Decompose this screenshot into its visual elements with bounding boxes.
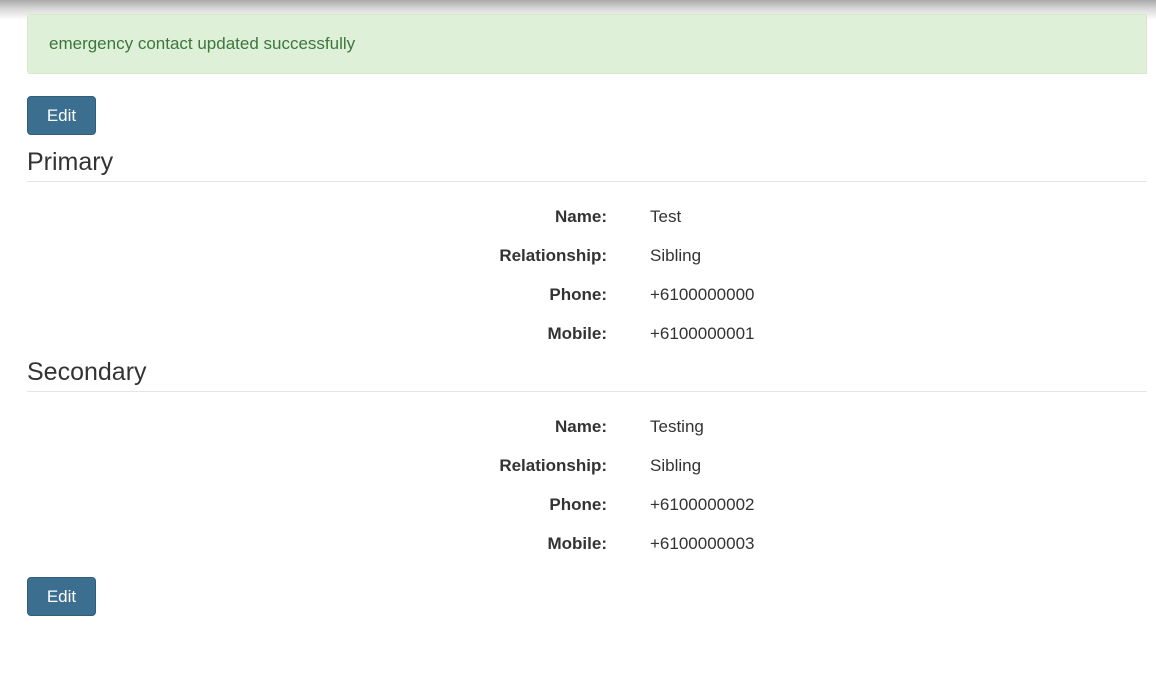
secondary-relationship-label: Relationship: [499, 455, 607, 475]
secondary-section-title: Secondary [27, 357, 1147, 392]
success-alert-message: emergency contact updated successfully [49, 34, 356, 53]
primary-mobile-value: +6100000001 [650, 323, 755, 343]
primary-relationship-label: Relationship: [499, 245, 607, 265]
primary-phone-value: +6100000000 [650, 284, 755, 304]
primary-contact-details: Name: Test Relationship: Sibling Phone: … [27, 182, 1147, 353]
primary-relationship-row: Relationship: Sibling [27, 236, 1147, 275]
primary-section-title: Primary [27, 147, 1147, 182]
primary-relationship-value: Sibling [650, 245, 702, 265]
emergency-contact-page: emergency contact updated successfully E… [27, 14, 1147, 616]
secondary-name-label: Name: [555, 416, 607, 436]
edit-button-bottom[interactable]: Edit [27, 577, 96, 616]
edit-button-top[interactable]: Edit [27, 96, 96, 135]
secondary-mobile-row: Mobile: +6100000003 [27, 524, 1147, 563]
primary-name-label: Name: [555, 206, 607, 226]
secondary-relationship-value: Sibling [650, 455, 702, 475]
success-alert: emergency contact updated successfully [27, 14, 1147, 74]
primary-mobile-label: Mobile: [547, 323, 608, 343]
secondary-contact-details: Name: Testing Relationship: Sibling Phon… [27, 392, 1147, 563]
secondary-phone-value: +6100000002 [650, 494, 755, 514]
primary-name-value: Test [650, 206, 682, 226]
primary-phone-row: Phone: +6100000000 [27, 275, 1147, 314]
primary-phone-label: Phone: [549, 284, 607, 304]
secondary-relationship-row: Relationship: Sibling [27, 446, 1147, 485]
secondary-name-row: Name: Testing [27, 407, 1147, 446]
secondary-mobile-value: +6100000003 [650, 533, 755, 553]
primary-mobile-row: Mobile: +6100000001 [27, 314, 1147, 353]
primary-name-row: Name: Test [27, 197, 1147, 236]
secondary-mobile-label: Mobile: [547, 533, 608, 553]
secondary-phone-label: Phone: [549, 494, 607, 514]
secondary-phone-row: Phone: +6100000002 [27, 485, 1147, 524]
secondary-name-value: Testing [650, 416, 704, 436]
